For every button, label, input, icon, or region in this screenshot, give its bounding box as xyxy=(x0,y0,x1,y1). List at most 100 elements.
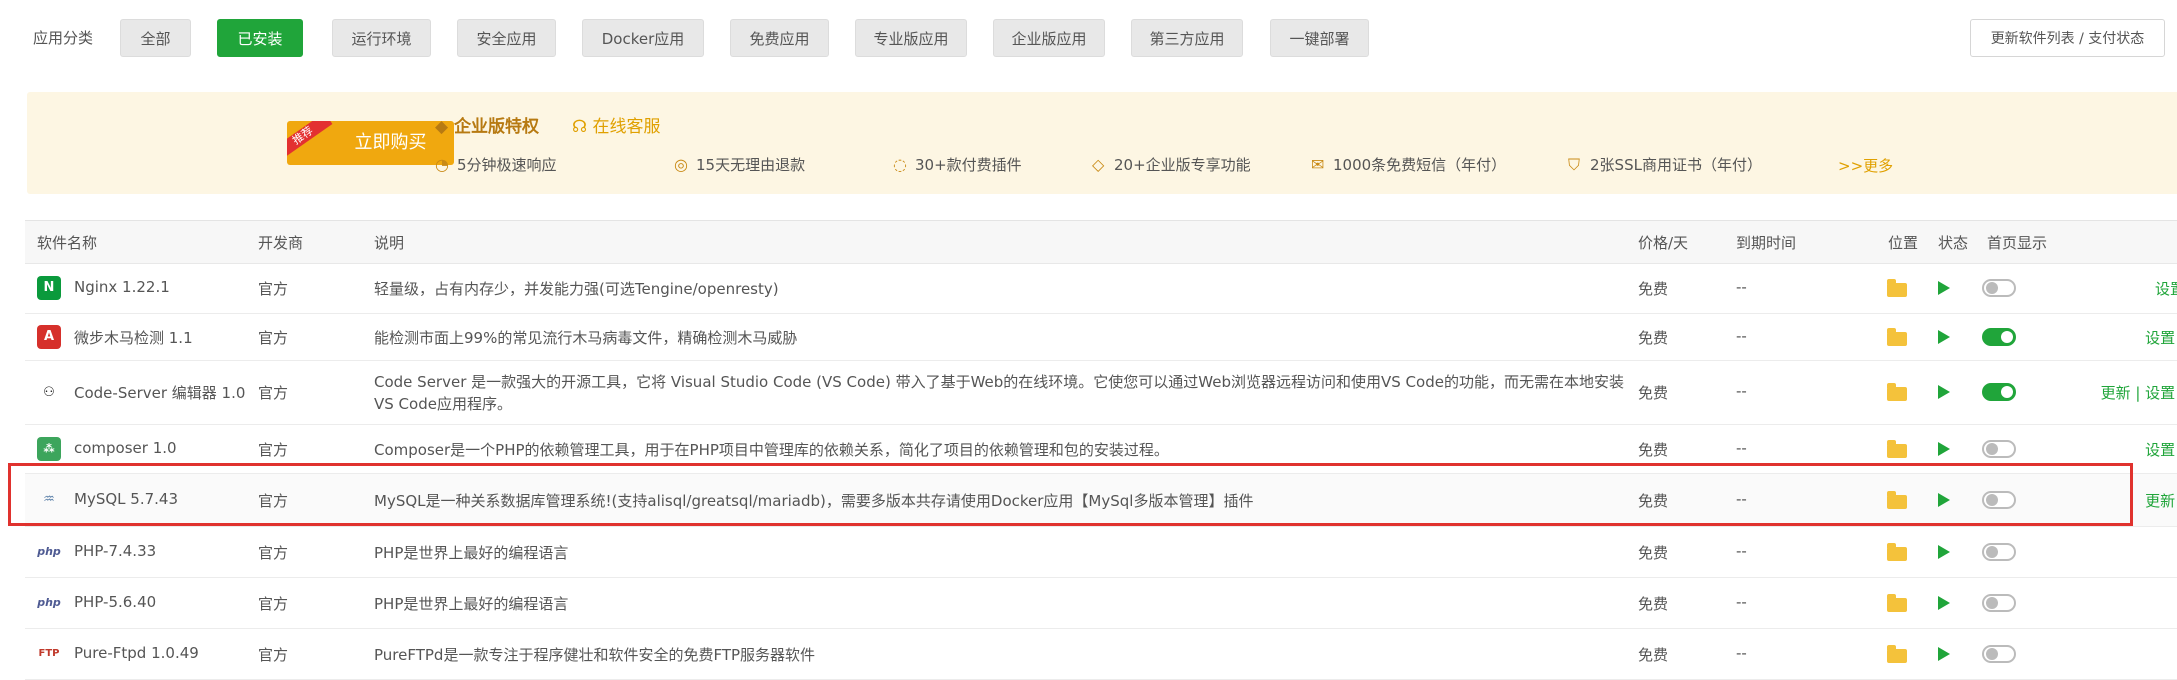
play-icon[interactable] xyxy=(1938,442,1950,456)
description-line-2: VS Code应用程序。 xyxy=(374,395,512,413)
category-enterprise[interactable]: 企业版应用 xyxy=(993,19,1105,57)
category-pro[interactable]: 专业版应用 xyxy=(855,19,967,57)
folder-icon[interactable] xyxy=(1887,645,1907,663)
clock-icon: ◔ xyxy=(435,155,449,174)
row-actions[interactable]: 设置 | xyxy=(2145,327,2177,348)
software-name: PHP-5.6.40 xyxy=(74,593,157,611)
play-icon[interactable] xyxy=(1938,596,1950,610)
enterprise-privilege-label: 企业版特权 xyxy=(454,117,539,137)
homepage-toggle[interactable] xyxy=(1982,594,2016,612)
software-name: PHP-7.4.33 xyxy=(74,542,157,560)
row-actions[interactable]: 设置 | xyxy=(2145,439,2177,460)
play-icon[interactable] xyxy=(1938,281,1950,295)
play-icon[interactable] xyxy=(1938,330,1950,344)
header-homepage: 首页显示 xyxy=(1987,234,2048,252)
software-name: MySQL 5.7.43 xyxy=(74,490,178,508)
buy-now-button[interactable]: 推荐 立即购买 xyxy=(287,121,454,165)
folder-icon[interactable] xyxy=(1887,279,1907,297)
homepage-toggle[interactable] xyxy=(1982,440,2016,458)
perk-plugins: ◌ 30+款付费插件 xyxy=(893,154,1022,175)
homepage-toggle[interactable] xyxy=(1982,328,2016,346)
homepage-toggle[interactable] xyxy=(1982,383,2016,401)
ftp-icon: FTP xyxy=(38,648,60,659)
perk-refund: ◎ 15天无理由退款 xyxy=(674,154,805,175)
category-runtime[interactable]: 运行环境 xyxy=(332,19,431,57)
price: 免费 xyxy=(1638,384,1669,402)
code-server-icon: ⚇ xyxy=(43,385,55,400)
description: Code Server 是一款强大的开源工具，它将 Visual Studio … xyxy=(374,373,1624,391)
vendor: 官方 xyxy=(258,544,289,562)
nginx-icon: N xyxy=(37,276,61,300)
update-software-list-button[interactable]: 更新软件列表 / 支付状态 xyxy=(1970,19,2165,57)
category-third-party[interactable]: 第三方应用 xyxy=(1131,19,1243,57)
vendor: 官方 xyxy=(258,280,289,298)
php-icon: php xyxy=(37,545,61,558)
folder-icon[interactable] xyxy=(1887,328,1907,346)
expire: -- xyxy=(1736,327,1747,345)
composer-icon: ⁂ xyxy=(37,437,61,461)
enterprise-banner: 推荐 立即购买 ◆ 企业版特权 ☊ 在线客服 ◔ 5分钟极速响应 ◎ 15天无理由退… xyxy=(27,92,2177,194)
vendor: 官方 xyxy=(258,384,289,402)
row-actions[interactable]: 设置 xyxy=(2155,278,2177,299)
folder-icon[interactable] xyxy=(1887,383,1907,401)
table-row: php PHP-7.4.33 官方 PHP是世界上最好的编程语言 免费 -- xyxy=(25,527,2177,578)
table-header: 软件名称 开发商 说明 价格/天 到期时间 位置 状态 首页显示 xyxy=(25,221,2177,264)
category-installed[interactable]: 已安装 xyxy=(217,19,303,57)
online-support-label: 在线客服 xyxy=(592,117,661,137)
software-name: Nginx 1.22.1 xyxy=(74,278,170,296)
software-name: Code-Server 编辑器 1.0 xyxy=(74,384,246,402)
header-status: 状态 xyxy=(1938,234,1969,252)
table-row: php PHP-5.6.40 官方 PHP是世界上最好的编程语言 免费 -- xyxy=(25,578,2177,629)
play-icon[interactable] xyxy=(1938,493,1950,507)
description: MySQL是一种关系数据库管理系统!(支持alisql/greatsql/mar… xyxy=(374,492,1254,510)
vendor: 官方 xyxy=(258,595,289,613)
play-icon[interactable] xyxy=(1938,545,1950,559)
shield-icon: ⛉ xyxy=(1568,155,1581,174)
mail-icon: ✉ xyxy=(1311,155,1325,174)
play-icon[interactable] xyxy=(1938,385,1950,399)
perk-fast-response: ◔ 5分钟极速响应 xyxy=(435,154,557,175)
category-docker[interactable]: Docker应用 xyxy=(582,19,704,57)
software-name: 微步木马检测 1.1 xyxy=(74,329,193,347)
table-row: FTP Pure-Ftpd 1.0.49 官方 PureFTPd是一款专注于程序… xyxy=(25,629,2177,680)
category-one-click[interactable]: 一键部署 xyxy=(1270,19,1369,57)
table-row: A 微步木马检测 1.1 官方 能检测市面上99%的常见流行木马病毒文件，精确检… xyxy=(25,314,2177,361)
table-row: ⁂ composer 1.0 官方 Composer是一个PHP的依赖管理工具，… xyxy=(25,425,2177,474)
homepage-toggle[interactable] xyxy=(1982,543,2016,561)
row-actions[interactable]: 更新 | xyxy=(2145,490,2177,511)
category-security[interactable]: 安全应用 xyxy=(457,19,556,57)
price: 免费 xyxy=(1638,544,1669,562)
price: 免费 xyxy=(1638,441,1669,459)
folder-icon[interactable] xyxy=(1887,594,1907,612)
folder-icon[interactable] xyxy=(1887,543,1907,561)
vendor: 官方 xyxy=(258,441,289,459)
description: PHP是世界上最好的编程语言 xyxy=(374,544,569,562)
homepage-toggle[interactable] xyxy=(1982,279,2016,297)
play-icon[interactable] xyxy=(1938,647,1950,661)
headset-icon: ☊ xyxy=(572,117,588,137)
enterprise-privilege: ◆ 企业版特权 xyxy=(435,112,539,137)
description: Composer是一个PHP的依赖管理工具，用于在PHP项目中管理库的依赖关系，… xyxy=(374,441,1169,459)
header-name: 软件名称 xyxy=(37,234,98,252)
expire: -- xyxy=(1736,278,1747,296)
gem-icon: ◇ xyxy=(1092,155,1105,174)
homepage-toggle[interactable] xyxy=(1982,491,2016,509)
expire: -- xyxy=(1736,439,1747,457)
vendor: 官方 xyxy=(258,492,289,510)
more-link[interactable]: >>更多 xyxy=(1838,155,1893,176)
row-actions[interactable]: 更新 | 设置 | xyxy=(2101,382,2177,403)
vendor: 官方 xyxy=(258,329,289,347)
folder-icon[interactable] xyxy=(1887,440,1907,458)
online-support-link[interactable]: ☊ 在线客服 xyxy=(572,112,661,137)
header-location: 位置 xyxy=(1888,234,1919,252)
homepage-toggle[interactable] xyxy=(1982,645,2016,663)
category-all[interactable]: 全部 xyxy=(120,19,191,57)
plugin-icon: ◌ xyxy=(893,155,907,174)
folder-icon[interactable] xyxy=(1887,491,1907,509)
expire: -- xyxy=(1736,382,1747,400)
price: 免费 xyxy=(1638,595,1669,613)
perk-label: 30+款付费插件 xyxy=(915,156,1022,174)
trojan-detect-icon: A xyxy=(37,325,61,349)
category-free[interactable]: 免费应用 xyxy=(730,19,829,57)
vendor: 官方 xyxy=(258,646,289,664)
